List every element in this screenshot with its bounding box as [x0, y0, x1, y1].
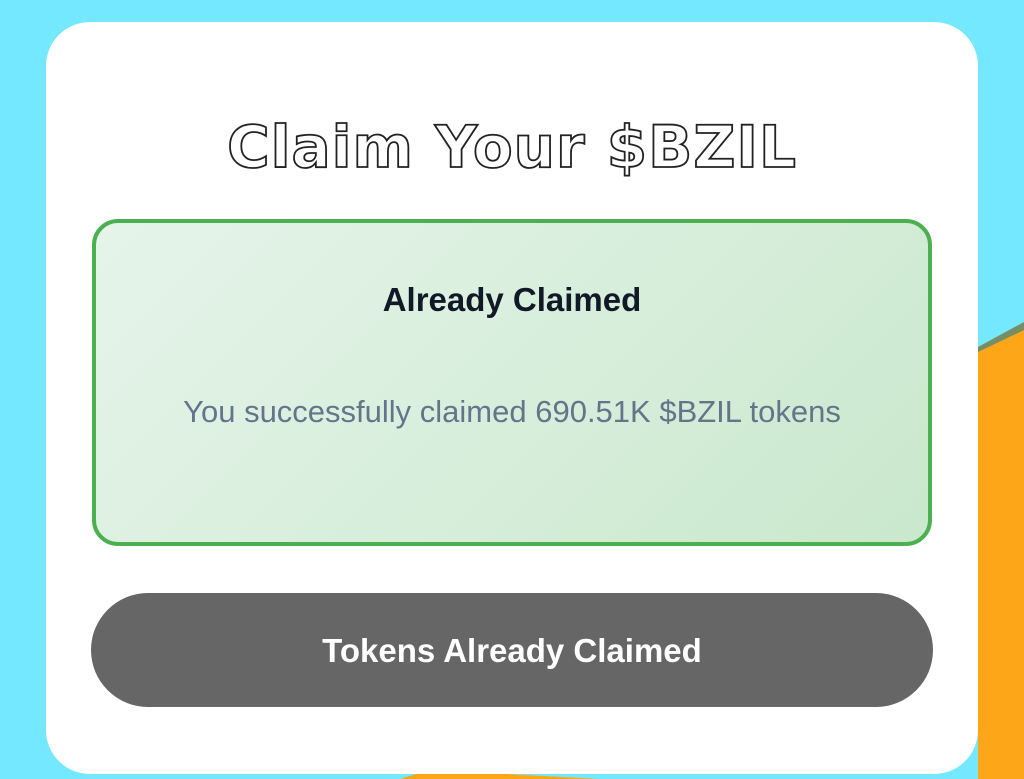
claim-tokens-button[interactable]: Tokens Already Claimed [91, 593, 933, 707]
status-heading: Already Claimed [382, 281, 642, 318]
page-title: Claim Your $BZIL [226, 113, 797, 181]
status-message: You successfully claimed 690.51K $BZIL t… [183, 394, 841, 429]
claim-status-panel: Already Claimed You successfully claimed… [92, 219, 932, 546]
claim-card: Claim Your $BZIL Already Claimed You suc… [46, 22, 978, 774]
